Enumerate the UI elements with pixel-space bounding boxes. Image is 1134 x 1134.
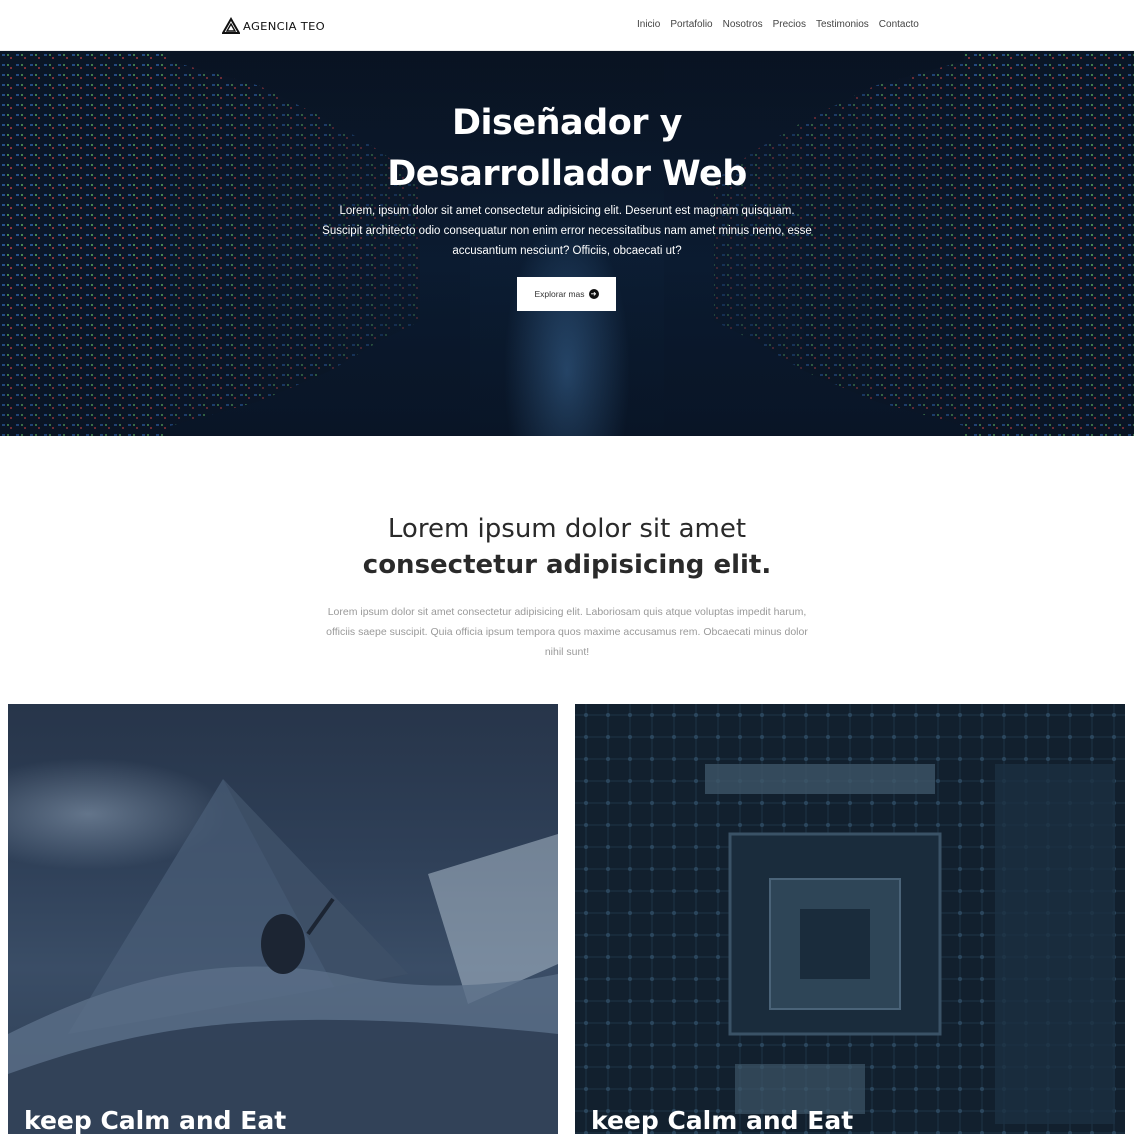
hero-section: Diseñador y Desarrollador Web Lorem, ips…	[0, 51, 1134, 436]
nav-link-portafolio[interactable]: Portafolio	[670, 19, 712, 30]
mountain-explorer-image	[8, 779, 558, 1134]
site-header: AGENCIA TEO Inicio Portafolio Nosotros P…	[0, 0, 1134, 51]
intro-heading: Lorem ipsum dolor sit amet consectetur a…	[267, 511, 867, 583]
nav-link-precios[interactable]: Precios	[773, 19, 806, 30]
intro-heading-bold: consectetur adipisicing elit.	[362, 550, 772, 580]
logo-text: AGENCIA TEO	[243, 19, 326, 33]
arrow-right-circle-icon: ➜	[588, 289, 599, 299]
hero-description: Lorem, ipsum dolor sit amet consectetur …	[322, 205, 812, 257]
circuit-board-image	[575, 704, 1125, 1134]
logo-icon	[222, 17, 240, 34]
explore-button[interactable]: Explorar mas ➜	[517, 277, 616, 311]
portfolio-card[interactable]: keep Calm and Eat	[8, 704, 558, 1134]
main-nav: Inicio Portafolio Nosotros Precios Testi…	[637, 19, 919, 30]
card-caption: keep Calm and Eat	[24, 1106, 287, 1134]
nav-link-inicio[interactable]: Inicio	[637, 19, 660, 30]
intro-heading-light: Lorem ipsum dolor sit amet	[387, 514, 747, 544]
intro-text: Lorem ipsum dolor sit amet consectetur a…	[326, 606, 808, 658]
nav-link-contacto[interactable]: Contacto	[879, 19, 919, 30]
nav-link-testimonios[interactable]: Testimonios	[816, 19, 869, 30]
card-caption: keep Calm and Eat	[591, 1106, 854, 1134]
nav-link-nosotros[interactable]: Nosotros	[723, 19, 763, 30]
hero-title: Diseñador y Desarrollador Web	[387, 103, 747, 194]
portfolio-card[interactable]: keep Calm and Eat	[575, 704, 1125, 1134]
explore-button-label: Explorar mas	[534, 289, 585, 299]
logo[interactable]: AGENCIA TEO	[222, 17, 325, 35]
